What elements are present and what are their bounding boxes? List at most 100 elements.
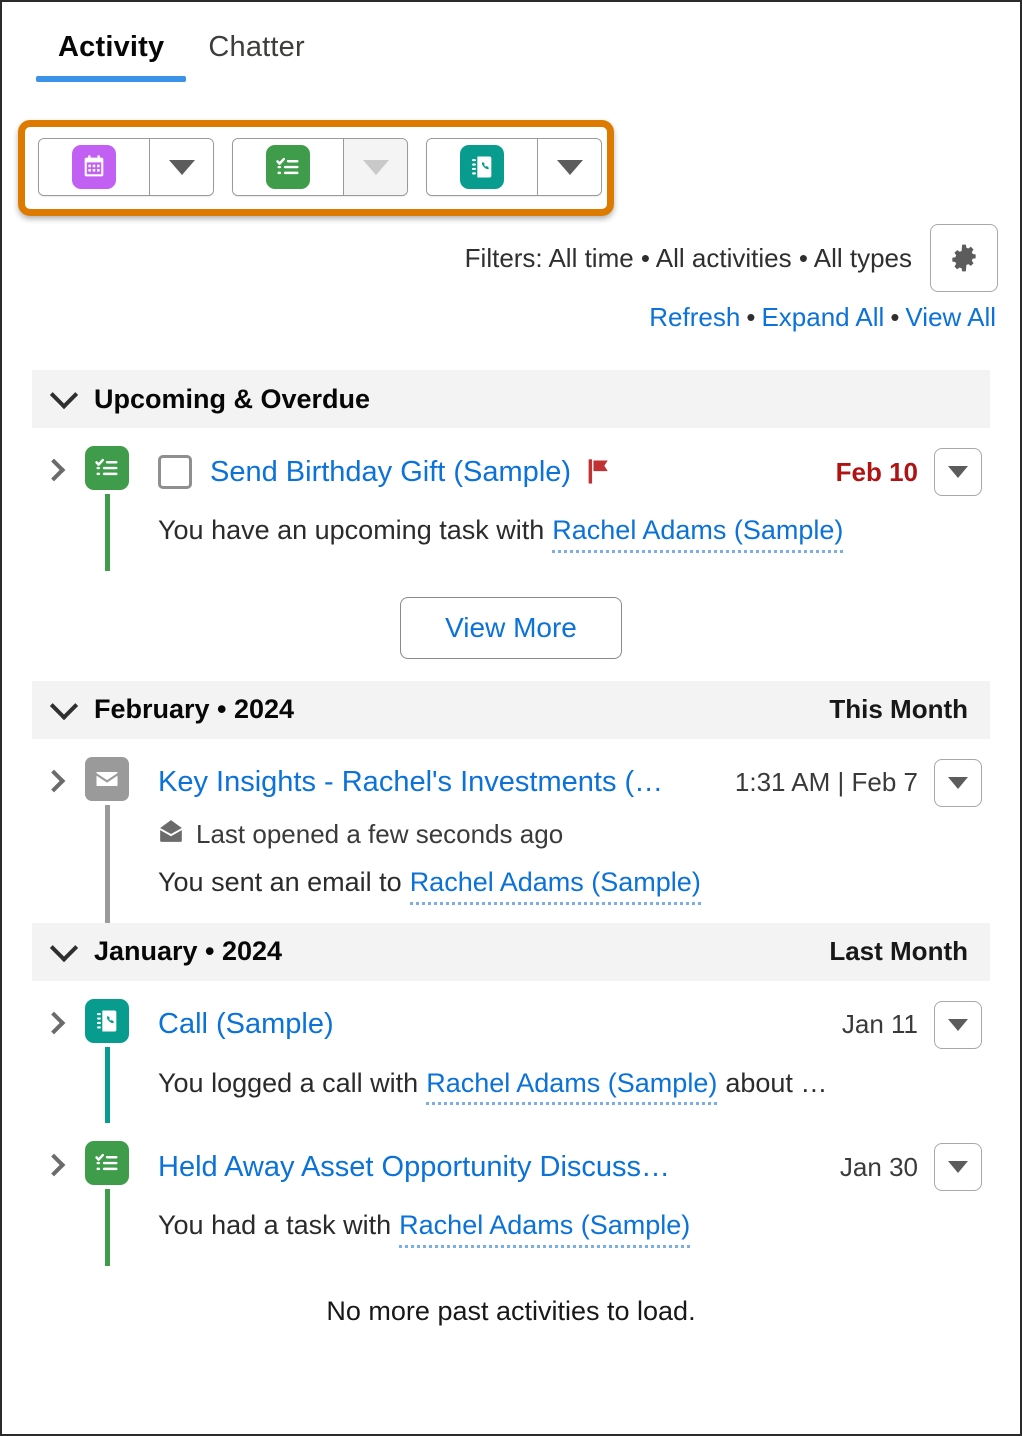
refresh-link[interactable]: Refresh — [649, 302, 740, 332]
no-more-activities-note: No more past activities to load. — [326, 1296, 696, 1326]
section-badge: Last Month — [829, 936, 968, 966]
section-title: February • 2024 — [94, 694, 295, 725]
timeline-item: Held Away Asset Opportunity Discuss… Jan… — [32, 1123, 990, 1266]
tab-activity-label: Activity — [58, 31, 165, 63]
timeline-connector — [104, 804, 110, 923]
item-actions-dropdown[interactable] — [934, 1143, 982, 1192]
new-task-dropdown — [343, 139, 407, 195]
item-header-row: Held Away Asset Opportunity Discuss… Jan… — [158, 1141, 982, 1193]
item-body: Send Birthday Gift (Sample) Feb 10 You h… — [138, 446, 990, 571]
expand-item-toggle[interactable] — [32, 446, 76, 571]
item-actions-dropdown[interactable] — [934, 448, 982, 496]
new-event-dropdown[interactable] — [149, 139, 213, 195]
item-right-controls: Jan 30 — [840, 1143, 982, 1192]
expand-item-toggle[interactable] — [32, 757, 76, 923]
item-title-link[interactable]: Call (Sample) — [158, 1008, 334, 1041]
chevron-right-icon — [42, 769, 66, 793]
expand-item-toggle[interactable] — [32, 999, 76, 1124]
section-title: Upcoming & Overdue — [94, 383, 371, 414]
activity-panel: Activity Chatter Filters: All time • All… — [0, 0, 1022, 1436]
new-event-button-group — [38, 138, 214, 196]
new-task-button[interactable] — [233, 139, 343, 195]
calendar-event-icon — [72, 145, 116, 189]
view-all-link[interactable]: View All — [905, 302, 996, 332]
chevron-down-icon — [948, 466, 968, 478]
chevron-down-icon — [948, 776, 968, 789]
item-title-link[interactable]: Send Birthday Gift (Sample) — [210, 456, 571, 489]
filters-summary: Filters: All time • All activities • All… — [464, 242, 912, 273]
timeline-connector — [104, 1046, 110, 1124]
section-badge: This Month — [829, 694, 968, 725]
item-icon-column — [76, 1141, 138, 1266]
item-header-row: Key Insights - Rachel's Investments (… 1… — [158, 757, 982, 809]
item-header-row: Call (Sample) Jan 11 — [158, 999, 982, 1051]
item-title-link[interactable]: Held Away Asset Opportunity Discuss… — [158, 1151, 670, 1184]
email-open-status: Last opened a few seconds ago — [158, 809, 982, 850]
chevron-down-icon — [49, 933, 79, 962]
red-flag-icon — [585, 457, 613, 487]
task-complete-checkbox[interactable] — [158, 455, 192, 489]
chevron-right-icon — [42, 458, 66, 482]
section-header-february[interactable]: February • 2024 This Month — [32, 680, 990, 739]
item-header-row: Send Birthday Gift (Sample) Feb 10 — [158, 446, 982, 498]
opened-envelope-icon — [158, 819, 184, 850]
item-actions-dropdown[interactable] — [934, 1000, 982, 1049]
item-date: Feb 10 — [835, 456, 918, 487]
log-a-call-button[interactable] — [427, 139, 537, 195]
task-checklist-icon — [266, 145, 310, 189]
related-contact-link[interactable]: Rachel Adams (Sample) — [426, 1067, 718, 1106]
item-right-controls: Jan 11 — [841, 1000, 982, 1049]
timeline-item: Key Insights - Rachel's Investments (… 1… — [32, 739, 990, 923]
log-a-call-dropdown[interactable] — [537, 139, 601, 195]
timeline-actions: Refresh • Expand All • View All — [649, 302, 996, 333]
item-description-prefix: You sent an email to — [158, 866, 402, 897]
item-actions-dropdown[interactable] — [934, 758, 982, 807]
item-description: You had a task with Rachel Adams (Sample… — [158, 1193, 982, 1248]
activity-timeline: Upcoming & Overdue Send Birthday Gift (S… — [2, 370, 1020, 1327]
item-body: Key Insights - Rachel's Investments (… 1… — [138, 757, 990, 923]
log-a-call-icon — [460, 145, 504, 189]
new-task-button-group — [232, 138, 408, 196]
item-body: Call (Sample) Jan 11 You logged a call w… — [138, 999, 990, 1124]
item-right-controls: 1:31 AM | Feb 7 — [735, 758, 982, 807]
section-header-january[interactable]: January • 2024 Last Month — [32, 922, 990, 981]
tab-chatter[interactable]: Chatter — [186, 31, 327, 78]
activity-action-bar — [38, 138, 602, 196]
tab-activity[interactable]: Activity — [36, 31, 187, 82]
log-a-call-icon — [85, 998, 129, 1043]
chevron-down-icon — [948, 1018, 968, 1031]
filter-settings-button[interactable] — [930, 224, 998, 292]
item-date: Jan 11 — [841, 1009, 918, 1039]
section-header-upcoming[interactable]: Upcoming & Overdue — [32, 370, 990, 428]
timeline-item: Send Birthday Gift (Sample) Feb 10 You h… — [32, 428, 990, 571]
email-icon — [85, 756, 129, 801]
view-more-button[interactable]: View More — [400, 596, 622, 659]
chevron-down-icon — [362, 159, 389, 175]
item-title-link[interactable]: Key Insights - Rachel's Investments (… — [158, 766, 663, 799]
timeline-connector — [104, 494, 110, 571]
chevron-right-icon — [42, 1011, 66, 1034]
item-description: You have an upcoming task with Rachel Ad… — [158, 498, 982, 553]
new-event-button[interactable] — [39, 139, 149, 195]
email-open-text: Last opened a few seconds ago — [196, 818, 564, 849]
item-description-prefix: You have an upcoming task with — [158, 515, 545, 545]
expand-all-link[interactable]: Expand All — [761, 302, 884, 332]
related-contact-link[interactable]: Rachel Adams (Sample) — [552, 514, 844, 553]
related-contact-link[interactable]: Rachel Adams (Sample) — [399, 1209, 691, 1248]
related-contact-link[interactable]: Rachel Adams (Sample) — [409, 866, 701, 905]
tab-bar: Activity Chatter — [2, 2, 1020, 82]
timeline-item: Call (Sample) Jan 11 You logged a call w… — [32, 981, 990, 1124]
item-description-prefix: You had a task with — [158, 1210, 392, 1241]
chevron-down-icon — [168, 159, 195, 175]
task-checklist-icon — [85, 446, 129, 490]
chevron-down-icon — [49, 691, 79, 720]
task-checklist-icon — [85, 1141, 129, 1186]
gear-icon — [952, 244, 976, 272]
item-icon-column — [76, 446, 138, 571]
item-description-suffix: about … — [725, 1067, 828, 1098]
item-description-prefix: You logged a call with — [158, 1067, 419, 1098]
filters-row: Filters: All time • All activities • All… — [465, 224, 998, 292]
expand-item-toggle[interactable] — [32, 1141, 76, 1266]
separator-1: • — [746, 302, 756, 332]
item-icon-column — [76, 756, 138, 923]
